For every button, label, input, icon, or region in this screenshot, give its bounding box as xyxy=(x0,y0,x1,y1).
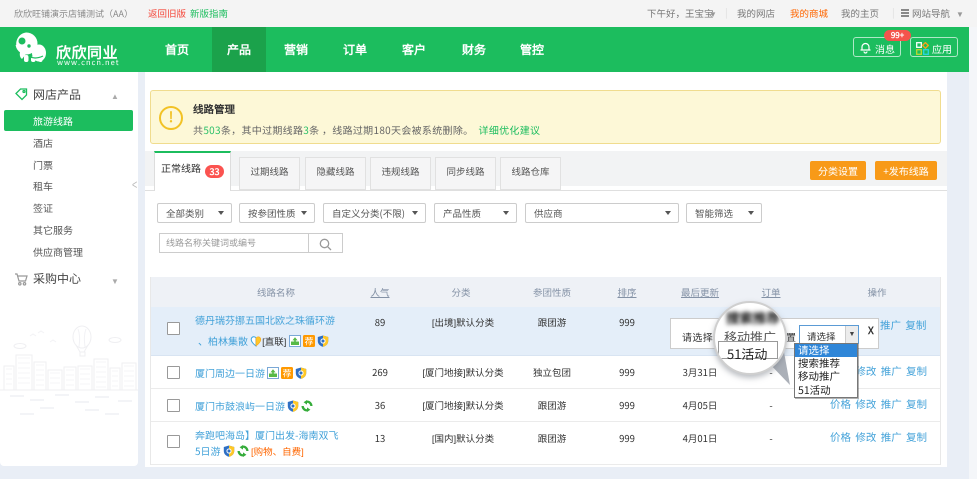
svg-text:荐: 荐 xyxy=(304,335,313,347)
svg-text:荐: 荐 xyxy=(283,367,292,379)
